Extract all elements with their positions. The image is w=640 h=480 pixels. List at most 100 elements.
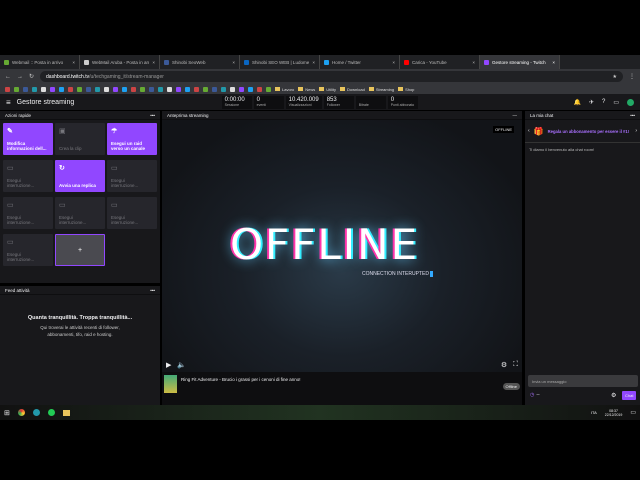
- bookmark-folder[interactable]: Streaming: [368, 87, 394, 92]
- bookmark-icon[interactable]: [248, 86, 253, 92]
- chevron-right-icon[interactable]: ›: [635, 128, 637, 134]
- bookmark-icon[interactable]: [41, 86, 46, 92]
- bookmark-icon[interactable]: [131, 86, 136, 92]
- browser-tab[interactable]: Home / Twitter ×: [320, 55, 400, 69]
- help-icon[interactable]: ?: [602, 99, 605, 106]
- bookmark-icon[interactable]: [239, 86, 244, 92]
- star-icon[interactable]: ★: [613, 74, 617, 80]
- quick-action-tile[interactable]: ↻ Avvia una replica: [55, 160, 105, 192]
- favicon-icon: [4, 59, 9, 65]
- chevron-left-icon[interactable]: ‹: [528, 128, 530, 134]
- bookmark-icon[interactable]: [257, 86, 262, 92]
- whatsapp-icon[interactable]: [47, 409, 55, 416]
- rocket-icon[interactable]: ✈: [589, 99, 594, 106]
- bookmark-icon[interactable]: [50, 86, 55, 92]
- reload-icon[interactable]: ↻: [29, 73, 34, 80]
- more-icon[interactable]: •••: [630, 113, 635, 118]
- bookmark-icon[interactable]: [68, 86, 73, 92]
- url-input[interactable]: dashboard.twitch.tv/u/techgaming_it/stre…: [40, 71, 623, 82]
- bookmark-icon[interactable]: [176, 86, 181, 92]
- bookmark-icon[interactable]: [23, 86, 28, 92]
- quick-action-tile[interactable]: ▭ Esegui interruzione...: [3, 234, 53, 266]
- browser-tab[interactable]: WebMail Aruba - Posta in arrivo ×: [80, 55, 160, 69]
- close-icon[interactable]: ×: [232, 60, 235, 65]
- bookmark-icon[interactable]: [158, 86, 163, 92]
- browser-tab[interactable]: Webmail :: Posta in arrivo ×: [0, 55, 80, 69]
- chat-settings-icon[interactable]: ⚙: [611, 392, 616, 399]
- bookmark-icon[interactable]: [86, 86, 91, 92]
- bookmark-folder[interactable]: Shop: [398, 87, 414, 92]
- quick-action-tile[interactable]: ☂ Esegui un raid verso un canale: [107, 123, 157, 155]
- start-icon[interactable]: ⊞: [4, 409, 10, 417]
- chrome-icon[interactable]: [17, 409, 25, 416]
- browser-tab[interactable]: Shinobi SEO WEB | Ludomedia ×: [240, 55, 320, 69]
- minimize-icon[interactable]: —: [513, 113, 518, 118]
- quick-action-tile[interactable]: ▭ Esegui interruzione...: [3, 197, 53, 229]
- bookmark-folder[interactable]: Utility: [319, 87, 336, 92]
- quick-action-tile[interactable]: ▭ Esegui interruzione...: [3, 160, 53, 192]
- quick-action-tile[interactable]: ✎ Modifica informazioni dell...: [3, 123, 53, 155]
- hamburger-icon[interactable]: ≡: [6, 98, 11, 107]
- close-icon[interactable]: ×: [552, 60, 555, 65]
- more-icon[interactable]: •••: [150, 288, 155, 293]
- bookmark-icon[interactable]: [212, 86, 217, 92]
- add-action-button[interactable]: +: [55, 234, 105, 266]
- bookmark-icon[interactable]: [221, 86, 226, 92]
- clock[interactable]: 08:37 22/12/2019: [605, 409, 623, 417]
- bookmark-icon[interactable]: [266, 86, 271, 92]
- close-icon[interactable]: ×: [312, 60, 315, 65]
- channel-points-icon[interactable]: ◷: [530, 392, 534, 398]
- browser-tab[interactable]: Shinobi SeoWeb ×: [160, 55, 240, 69]
- connection-text: CONNECTION INTERUPTED: [362, 271, 433, 277]
- close-icon[interactable]: ×: [72, 60, 75, 65]
- chat-icon[interactable]: ▭: [613, 99, 619, 106]
- play-icon[interactable]: ▶: [166, 361, 171, 369]
- quick-action-tile[interactable]: ▭ Esegui interruzione...: [107, 197, 157, 229]
- bookmark-icon[interactable]: [149, 86, 154, 92]
- notification-center-icon[interactable]: ▭: [630, 409, 636, 416]
- forward-icon[interactable]: →: [17, 74, 23, 80]
- bookmark-icon[interactable]: [185, 86, 190, 92]
- bookmark-folder[interactable]: Download: [340, 87, 365, 92]
- browser-tab[interactable]: Gestore streaming - Twitch ×: [480, 55, 560, 69]
- bookmark-icon[interactable]: [122, 86, 127, 92]
- bookmark-icon[interactable]: [5, 86, 10, 92]
- chat-send-button[interactable]: Chat: [622, 391, 637, 400]
- quick-action-tile[interactable]: ▣ Crea la clip: [55, 123, 105, 155]
- bookmark-icon[interactable]: [113, 86, 118, 92]
- gift-promo[interactable]: Regala un abbonamento per essere il #1!: [548, 129, 632, 134]
- folder-icon[interactable]: [62, 409, 70, 416]
- back-icon[interactable]: ←: [5, 74, 11, 80]
- bookmark-icon[interactable]: [32, 86, 37, 92]
- close-icon[interactable]: ×: [392, 60, 395, 65]
- feed-heading: Quanta tranquillità. Troppa tranquillità…: [27, 315, 133, 321]
- bookmark-icon[interactable]: [203, 86, 208, 92]
- bookmark-icon[interactable]: [230, 86, 235, 92]
- menu-icon[interactable]: ⋮: [629, 73, 635, 80]
- quick-action-tile[interactable]: ▭ Esegui interruzione...: [55, 197, 105, 229]
- bookmark-icon[interactable]: [194, 86, 199, 92]
- quick-action-tile[interactable]: ▭ Esegui interruzione...: [107, 160, 157, 192]
- video-player[interactable]: OFFLINE OFFLINE CONNECTION INTERUPTED ▶ 🔈…: [162, 120, 522, 372]
- settings-icon[interactable]: ⚙: [501, 361, 507, 369]
- bookmark-icon[interactable]: [140, 86, 145, 92]
- browser-tab[interactable]: Carica - YouTube ×: [400, 55, 480, 69]
- notifications-icon[interactable]: 🔔: [573, 99, 580, 106]
- bookmark-icon[interactable]: [59, 86, 64, 92]
- bookmark-icon[interactable]: [104, 86, 109, 92]
- pencil-icon: ✎: [7, 128, 13, 135]
- bookmark-icon[interactable]: [77, 86, 82, 92]
- close-icon[interactable]: ×: [472, 60, 475, 65]
- close-icon[interactable]: ×: [152, 60, 155, 65]
- more-icon[interactable]: •••: [150, 113, 155, 118]
- bookmark-icon[interactable]: [167, 86, 172, 92]
- avatar[interactable]: [627, 98, 634, 106]
- bookmark-folder[interactable]: News: [298, 87, 315, 92]
- volume-icon[interactable]: 🔈: [177, 361, 186, 369]
- chat-input[interactable]: Invia un messaggio: [528, 375, 638, 387]
- telegram-icon[interactable]: [32, 409, 40, 416]
- bookmark-folder[interactable]: Lavoro: [275, 87, 294, 92]
- bookmark-icon[interactable]: [95, 86, 100, 92]
- fullscreen-icon[interactable]: ⛶: [513, 361, 518, 369]
- bookmark-icon[interactable]: [14, 86, 19, 92]
